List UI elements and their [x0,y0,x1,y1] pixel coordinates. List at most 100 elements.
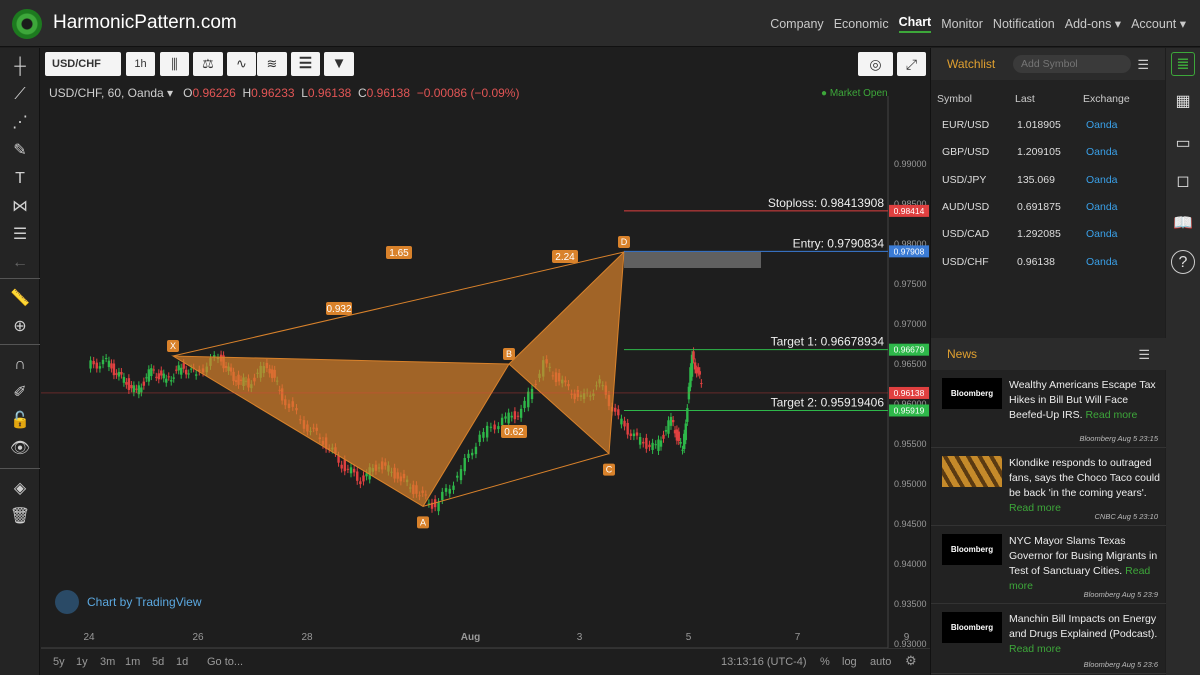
settings-gear-icon[interactable]: ⚙ [905,653,917,669]
percent-toggle[interactable]: % [820,656,830,668]
calendar-icon[interactable]: ▦ [1171,90,1195,114]
news-item[interactable]: Bloomberg NYC Mayor Slams Texas Governor … [931,526,1166,604]
indicator-template-icon[interactable]: ≋ [257,52,287,76]
y-tick-label: 0.99000 [894,159,927,169]
book-icon[interactable]: 📖 [1171,212,1195,236]
pencil-lock-icon[interactable]: ✐ [8,382,32,404]
row-exchange[interactable]: Oanda [1086,201,1118,213]
level-label: Target 1: 0.96678934 [771,335,885,349]
range-1d[interactable]: 1d [176,656,188,668]
range-1m[interactable]: 1m [125,656,140,668]
logo-icon[interactable] [12,9,42,39]
tradingview-attribution[interactable]: Chart by TradingView [55,590,202,614]
zoom-in-icon[interactable]: ⊕ [8,316,32,338]
candle-body [638,436,642,445]
eye-icon[interactable]: 👁 [8,438,32,460]
trendline-icon[interactable]: ⟋ [8,84,32,106]
log-toggle[interactable]: log [842,656,857,668]
nav-account[interactable]: Account ▾ [1131,16,1186,31]
candle-body [692,351,695,360]
price-chart[interactable]: 0.990000.985000.980000.975000.970000.965… [41,96,930,648]
news-headline[interactable]: Manchin Bill Impacts on Energy and Drugs… [1009,612,1161,657]
row-exchange[interactable]: Oanda [1086,228,1118,240]
headline-text[interactable]: Manchin Bill Impacts on Energy and Drugs… [1009,613,1157,640]
row-exchange[interactable]: Oanda [1086,256,1118,268]
pattern-point-label: X [170,341,176,351]
text-icon[interactable]: T [8,168,32,190]
candle-body [187,373,190,375]
read-more-link[interactable]: Read more [1085,409,1137,421]
news-headline[interactable]: Klondike responds to outraged fans, says… [1009,456,1161,516]
filter-icon[interactable]: ▼ [324,52,354,76]
watchlist-row[interactable]: GBP/USD 1.209105 Oanda [931,139,1166,166]
nav-monitor[interactable]: Monitor [941,17,983,31]
watchlist-row[interactable]: USD/JPY 135.069 Oanda [931,167,1166,194]
nav-economic[interactable]: Economic [834,17,889,31]
message-icon[interactable]: ◻ [1171,170,1195,194]
compare-icon[interactable]: ⚖ [193,52,223,76]
row-exchange[interactable]: Oanda [1086,119,1118,131]
candle-body [504,416,507,419]
indicator-icon[interactable]: ∿ [227,52,256,76]
chat-icon[interactable]: ▭ [1171,132,1195,156]
prediction-icon[interactable]: ☰ [8,224,32,246]
pattern-icon[interactable]: ⋈ [8,196,32,218]
range-3m[interactable]: 3m [100,656,115,668]
help-icon[interactable]: ? [1171,250,1195,274]
range-5d[interactable]: 5d [152,656,164,668]
candle-body [645,437,648,449]
news-thumbnail[interactable] [942,456,1002,487]
last-price-tag-text: 0.96138 [894,388,925,398]
y-tick-label: 0.95000 [894,479,927,489]
nav-company[interactable]: Company [770,17,824,31]
brand-name[interactable]: HarmonicPattern.com [53,12,237,34]
nav-notification[interactable]: Notification [993,17,1055,31]
interval-button[interactable]: 1h [126,52,155,76]
camera-icon[interactable]: ◎ [858,52,893,76]
news-thumbnail[interactable]: Bloomberg [942,378,1002,409]
pitchfork-icon[interactable]: ⋰ [8,112,32,134]
candle-body [437,502,440,512]
trash-icon[interactable]: 🗑 [8,506,32,528]
add-symbol-input[interactable] [1013,55,1131,73]
read-more-link[interactable]: Read more [1009,643,1061,655]
range-1y[interactable]: 1y [76,656,88,668]
goto-button[interactable]: Go to... [207,656,243,668]
brush-icon[interactable]: ✎ [8,140,32,162]
read-more-link[interactable]: Read more [1009,502,1061,514]
lock-icon[interactable]: 🔓 [8,410,32,432]
watchlist-row[interactable]: EUR/USD 1.018905 Oanda [931,112,1166,139]
news-headline[interactable]: NYC Mayor Slams Texas Governor for Busin… [1009,534,1161,594]
layers-icon[interactable]: ◈ [8,478,32,500]
list-icon[interactable]: ☰ [291,52,320,76]
chart-area[interactable]: USD/CHF 1h ⫼ ⚖ ∿ ≋ ☰ ▼ ◎ ⤢ USD/CHF, 60, … [41,48,930,675]
clock-display[interactable]: 13:13:16 (UTC-4) [721,656,807,668]
news-thumbnail[interactable]: Bloomberg [942,612,1002,643]
row-exchange[interactable]: Oanda [1086,146,1118,158]
auto-toggle[interactable]: auto [870,656,891,668]
magnet-icon[interactable]: ∩ [8,354,32,376]
range-5y[interactable]: 5y [53,656,65,668]
headline-text[interactable]: Klondike responds to outraged fans, says… [1009,457,1160,499]
symbol-input[interactable]: USD/CHF [45,52,121,76]
news-item[interactable]: Bloomberg Manchin Bill Impacts on Energy … [931,604,1166,674]
news-item[interactable]: Klondike responds to outraged fans, says… [931,448,1166,526]
watchlist-row[interactable]: USD/CAD 1.292085 Oanda [931,221,1166,248]
ruler-icon[interactable]: 📏 [8,288,32,310]
news-thumbnail[interactable]: Bloomberg [942,534,1002,565]
news-item[interactable]: Bloomberg Wealthy Americans Escape Tax Hi… [931,370,1166,448]
news-menu-icon[interactable]: ☰ [1138,347,1150,363]
watchlist-row[interactable]: USD/CHF 0.96138 Oanda [931,249,1166,276]
watchlist-menu-icon[interactable]: ☰ [1137,57,1149,73]
candle-body [122,376,126,383]
fullscreen-icon[interactable]: ⤢ [897,52,926,76]
news-headline[interactable]: Wealthy Americans Escape Tax Hikes in Bi… [1009,378,1161,423]
row-exchange[interactable]: Oanda [1086,174,1118,186]
back-arrow-icon[interactable]: ← [8,252,32,274]
watchlist-row[interactable]: AUD/USD 0.691875 Oanda [931,194,1166,221]
watchlist-icon[interactable]: ≣ [1171,52,1195,76]
nav-addons[interactable]: Add-ons ▾ [1065,16,1121,31]
nav-chart[interactable]: Chart [898,15,932,33]
candle-style-icon[interactable]: ⫼ [160,52,189,76]
crosshair-icon[interactable]: ┼ [8,56,32,78]
